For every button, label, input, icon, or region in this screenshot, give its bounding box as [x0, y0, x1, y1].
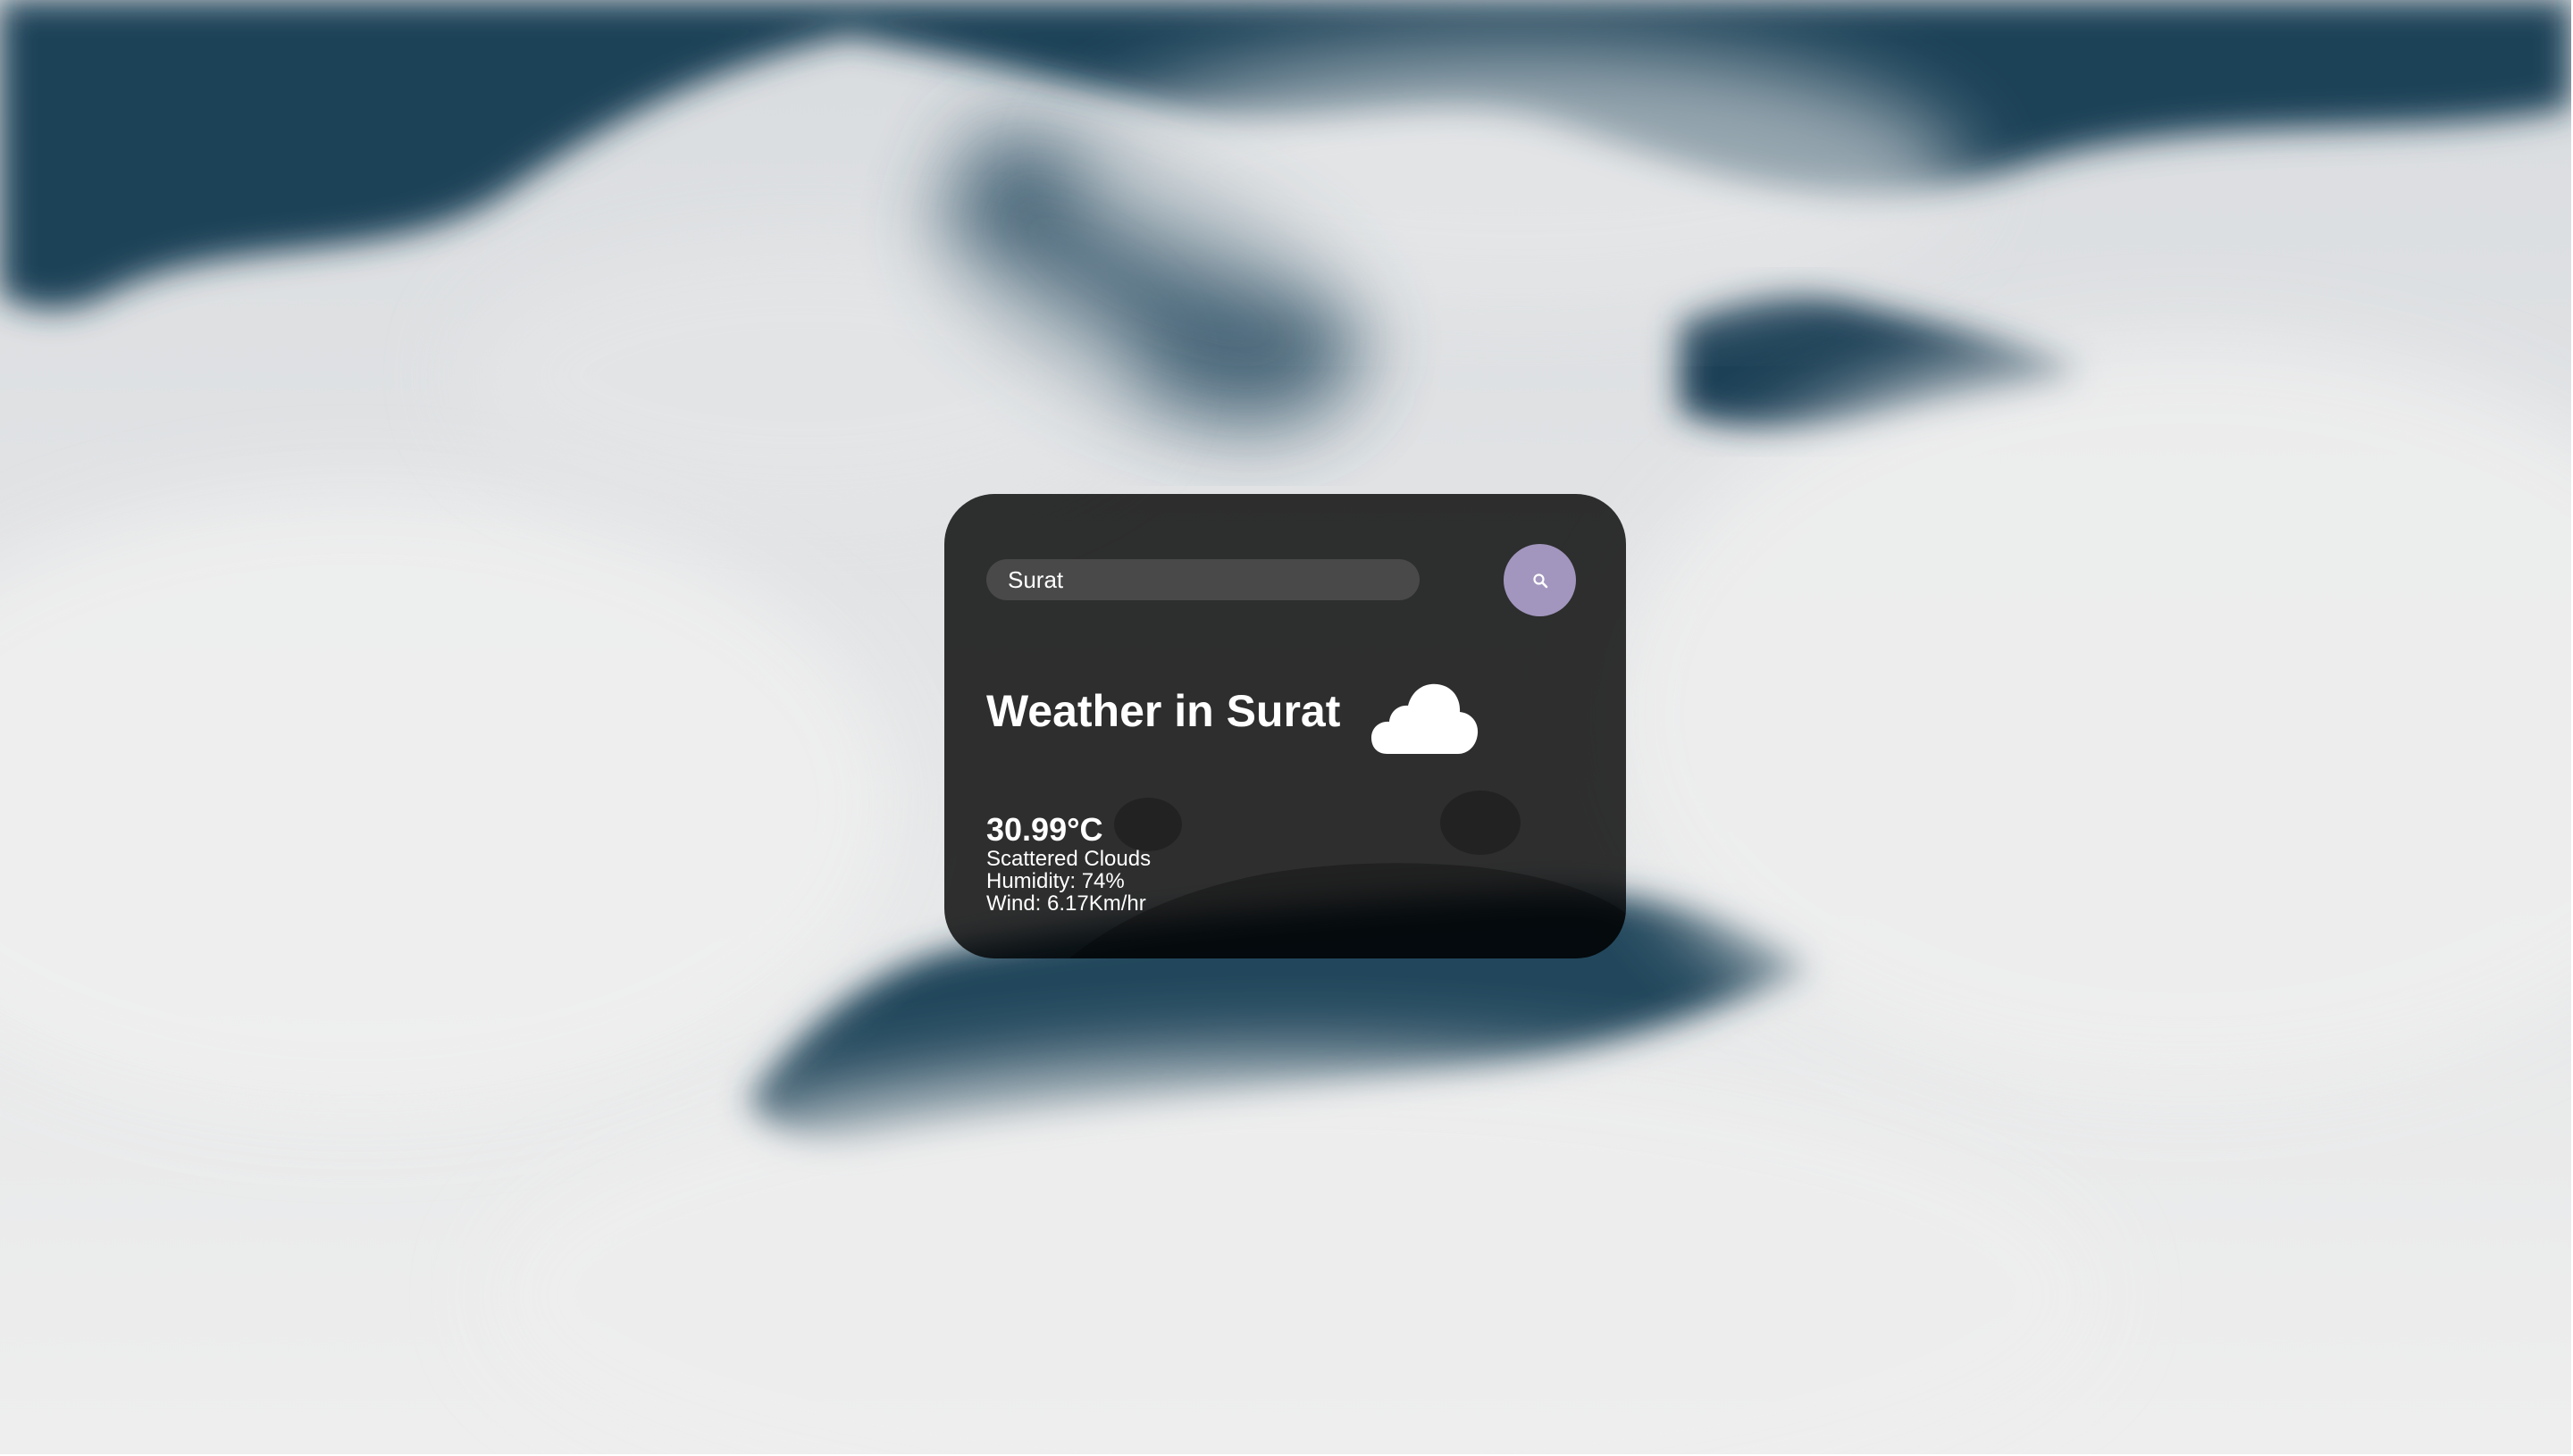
temperature: 30.99°C	[986, 811, 1103, 848]
humidity: Humidity: 74%	[986, 869, 1125, 893]
wind-speed: Wind: 6.17Km/hr	[986, 891, 1146, 916]
search-button[interactable]	[1504, 544, 1576, 616]
weather-details: Scattered Clouds Humidity: 74% Wind: 6.1…	[986, 848, 1151, 915]
cloud-icon	[1371, 683, 1479, 754]
city-title: Weather in Surat	[986, 686, 1341, 736]
search-icon	[1532, 573, 1547, 588]
weather-card: Weather in Surat 30.99°C Scattered Cloud…	[944, 494, 1626, 958]
weather-description: Scattered Clouds	[986, 847, 1152, 871]
search-input[interactable]	[986, 559, 1420, 600]
